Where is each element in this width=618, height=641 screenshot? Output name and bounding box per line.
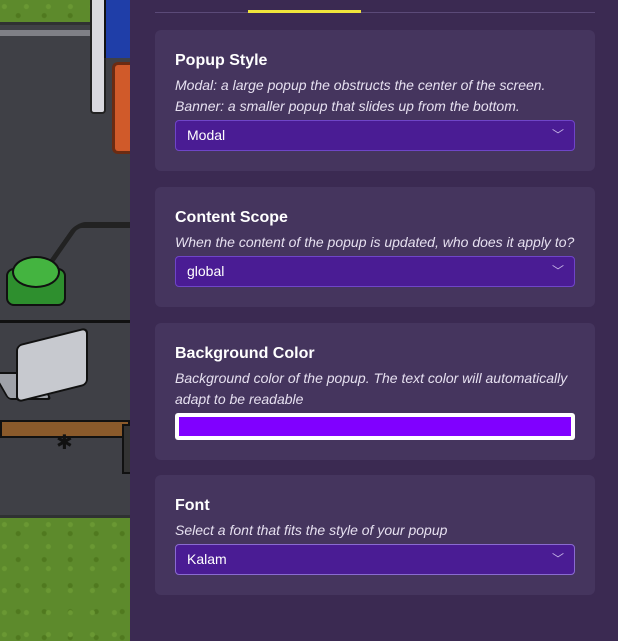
laptop-prop xyxy=(0,327,92,403)
tabs-divider xyxy=(155,12,595,13)
background-color-description-1: Background color of the popup. The text … xyxy=(175,370,568,386)
chevron-down-icon: ﹀ xyxy=(551,552,564,566)
content-scope-value: global xyxy=(187,263,225,279)
active-tab-indicator[interactable] xyxy=(248,10,361,13)
road-line xyxy=(0,30,100,36)
bench-leg xyxy=(122,424,130,474)
font-description: Select a font that fits the style of you… xyxy=(175,522,448,538)
content-scope-select[interactable]: global ﹀ xyxy=(175,256,575,287)
background-color-title: Background Color xyxy=(175,345,315,362)
background-color-card: Background Color Background color of the… xyxy=(155,323,595,460)
popup-style-select[interactable]: Modal ﹀ xyxy=(175,120,575,151)
orange-barrier xyxy=(112,62,130,154)
font-title: Font xyxy=(175,497,210,514)
popup-style-description-1: Modal: a large popup the obstructs the c… xyxy=(175,77,546,93)
content-scope-card: Content Scope When the content of the po… xyxy=(155,187,595,307)
table-edge xyxy=(0,320,130,323)
plant-icon: ✱ xyxy=(56,430,73,454)
settings-panel: Popup Style Modal: a large popup the obs… xyxy=(130,0,618,641)
chevron-down-icon: ﹀ xyxy=(551,264,564,278)
popup-style-card: Popup Style Modal: a large popup the obs… xyxy=(155,30,595,171)
font-value: Kalam xyxy=(187,551,227,567)
background-color-description-2: adapt to be readable xyxy=(175,391,304,407)
button-cap xyxy=(12,256,60,288)
blue-barrier xyxy=(104,0,130,58)
color-swatch xyxy=(179,417,571,436)
font-card: Font Select a font that fits the style o… xyxy=(155,475,595,595)
content-scope-description: When the content of the popup is updated… xyxy=(175,234,575,250)
green-button-device xyxy=(6,256,66,306)
background-color-picker[interactable] xyxy=(175,413,575,440)
laptop-screen xyxy=(16,327,88,403)
game-canvas: ✱ xyxy=(0,0,130,641)
popup-style-description-2: Banner: a smaller popup that slides up f… xyxy=(175,98,520,114)
grass-bottom xyxy=(0,515,130,641)
content-scope-title: Content Scope xyxy=(175,209,288,226)
chevron-down-icon: ﹀ xyxy=(551,128,564,142)
popup-style-value: Modal xyxy=(187,127,226,143)
popup-style-title: Popup Style xyxy=(175,52,268,69)
font-select[interactable]: Kalam ﹀ xyxy=(175,544,575,575)
